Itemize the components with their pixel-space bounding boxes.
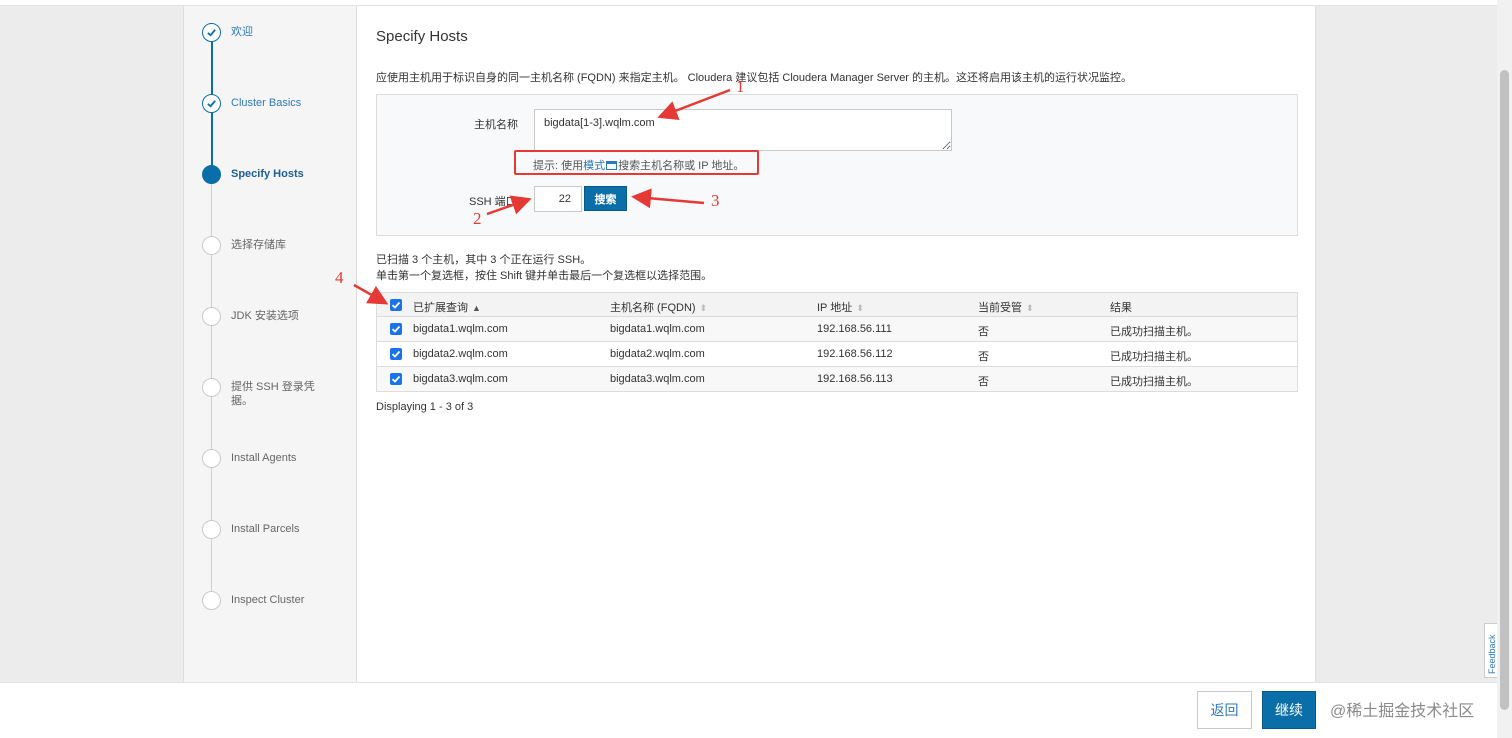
host-name-input[interactable]: bigdata[1-3].wqlm.com (534, 109, 952, 151)
step-label: 欢迎 (231, 26, 253, 38)
wizard-steps-nav: 欢迎 Cluster Basics Specify Hosts 选择存储库 JD… (184, 6, 357, 682)
hosts-table: 已扩展查询 ▲ 主机名称 (FQDN) ⬍ IP 地址 ⬍ 当前受管 ⬍ 结果 bigd… (376, 292, 1298, 392)
step-label: Install Parcels (231, 523, 300, 535)
select-all-checkbox[interactable] (390, 299, 402, 311)
wizard-panel: 欢迎 Cluster Basics Specify Hosts 选择存储库 JD… (183, 6, 1316, 682)
step-label: Specify Hosts (231, 168, 304, 180)
header-ip[interactable]: IP 地址 ⬍ (817, 299, 864, 315)
scan-instruction: 单击第一个复选框，按住 Shift 键并单击最后一个复选框以选择范围。 (376, 270, 713, 282)
sort-asc-icon: ▲ (472, 303, 481, 313)
step-label: Inspect Cluster (231, 594, 305, 606)
pending-step-icon (202, 307, 221, 326)
cell-result: 已成功扫描主机。 (1110, 326, 1198, 338)
scrollbar-thumb[interactable] (1500, 70, 1509, 710)
page-title: Specify Hosts (376, 28, 468, 45)
step-cluster-basics[interactable]: Cluster Basics (202, 94, 331, 113)
table-row[interactable]: bigdata2.wqlm.com bigdata2.wqlm.com 192.… (376, 342, 1298, 367)
row-checkbox[interactable] (390, 323, 402, 335)
hint-prefix: 提示: 使用 (533, 160, 584, 172)
cell-hostname: bigdata3.wqlm.com (610, 373, 705, 385)
step-label: Install Agents (231, 452, 297, 464)
pending-step-icon (202, 378, 221, 397)
pending-step-icon (202, 520, 221, 539)
cell-managed: 否 (978, 376, 989, 388)
cell-ip: 192.168.56.112 (817, 348, 893, 360)
ssh-port-input[interactable] (534, 186, 582, 212)
pending-step-icon (202, 236, 221, 255)
step-jdk: JDK 安装选项 (202, 307, 331, 326)
feedback-tab[interactable]: Feedback (1484, 623, 1498, 678)
step-install-agents: Install Agents (202, 449, 331, 468)
table-row[interactable]: bigdata1.wqlm.com bigdata1.wqlm.com 192.… (376, 317, 1298, 342)
table-row[interactable]: bigdata3.wqlm.com bigdata3.wqlm.com 192.… (376, 367, 1298, 392)
sort-icon: ⬍ (699, 303, 708, 313)
header-result: 结果 (1110, 302, 1132, 314)
row-checkbox[interactable] (390, 348, 402, 360)
annotation-3: 3 (711, 191, 720, 210)
cell-managed: 否 (978, 351, 989, 363)
pending-step-icon (202, 591, 221, 610)
step-ssh-credentials: 提供 SSH 登录凭据。 (202, 378, 331, 408)
host-search-form: 主机名称 bigdata[1-3].wqlm.com 提示: 使用模式 搜索主机名… (376, 94, 1298, 236)
back-button[interactable]: 返回 (1197, 691, 1252, 729)
feedback-label: Feedback (1487, 634, 1497, 674)
header-managed[interactable]: 当前受管 ⬍ (978, 299, 1034, 315)
step-label: JDK 安装选项 (231, 310, 299, 322)
annotation-2: 2 (473, 209, 482, 228)
cell-query: bigdata2.wqlm.com (413, 348, 508, 360)
annotation-4: 4 (335, 268, 344, 287)
step-repository: 选择存储库 (202, 236, 331, 255)
cell-result: 已成功扫描主机。 (1110, 376, 1198, 388)
pattern-link[interactable]: 模式 (583, 160, 605, 172)
search-button[interactable]: 搜索 (584, 186, 627, 211)
ssh-port-label: SSH 端口: (469, 196, 520, 208)
continue-button[interactable]: 继续 (1262, 691, 1316, 729)
cell-ip: 192.168.56.113 (817, 373, 893, 385)
step-install-parcels: Install Parcels (202, 520, 331, 539)
step-specify-hosts[interactable]: Specify Hosts (202, 165, 331, 184)
annotation-1: 1 (736, 77, 745, 96)
main-content: Specify Hosts 应使用主机用于标识自身的同一主机名称 (FQDN) … (376, 6, 1298, 682)
step-label: 提供 SSH 登录凭据。 (231, 381, 315, 407)
step-inspect-cluster: Inspect Cluster (202, 591, 331, 610)
header-hostname[interactable]: 主机名称 (FQDN) ⬍ (610, 299, 707, 315)
sort-icon: ⬍ (1026, 303, 1034, 313)
row-checkbox[interactable] (390, 373, 402, 385)
step-label: 选择存储库 (231, 239, 286, 251)
cell-hostname: bigdata1.wqlm.com (610, 323, 705, 335)
pagination-info: Displaying 1 - 3 of 3 (376, 401, 474, 413)
hint-text: 提示: 使用模式 搜索主机名称或 IP 地址。 (533, 157, 744, 173)
cell-ip: 192.168.56.111 (817, 323, 892, 335)
page-scrollbar[interactable] (1497, 0, 1512, 738)
window-icon[interactable] (606, 161, 618, 170)
cell-managed: 否 (978, 326, 989, 338)
active-step-icon (202, 165, 221, 184)
hint-suffix: 搜索主机名称或 IP 地址。 (618, 160, 745, 172)
cell-result: 已成功扫描主机。 (1110, 351, 1198, 363)
watermark: @稀土掘金技术社区 (1330, 703, 1475, 720)
cell-query: bigdata3.wqlm.com (413, 373, 508, 385)
step-welcome[interactable]: 欢迎 (202, 23, 331, 42)
step-label: Cluster Basics (231, 97, 302, 109)
header-expanded-query[interactable]: 已扩展查询 ▲ (413, 299, 481, 315)
cell-hostname: bigdata2.wqlm.com (610, 348, 705, 360)
intro-text: 应使用主机用于标识自身的同一主机名称 (FQDN) 来指定主机。 Clouder… (376, 72, 1133, 84)
table-header: 已扩展查询 ▲ 主机名称 (FQDN) ⬍ IP 地址 ⬍ 当前受管 ⬍ 结果 (376, 292, 1298, 317)
host-name-label: 主机名称 (474, 119, 518, 131)
sort-icon: ⬍ (856, 303, 864, 313)
wizard-footer: 返回 继续 @稀土掘金技术社区 (0, 682, 1497, 738)
check-icon (202, 94, 221, 113)
pending-step-icon (202, 449, 221, 468)
check-icon (202, 23, 221, 42)
cell-query: bigdata1.wqlm.com (413, 323, 508, 335)
scan-summary: 已扫描 3 个主机，其中 3 个正在运行 SSH。 (376, 254, 592, 266)
